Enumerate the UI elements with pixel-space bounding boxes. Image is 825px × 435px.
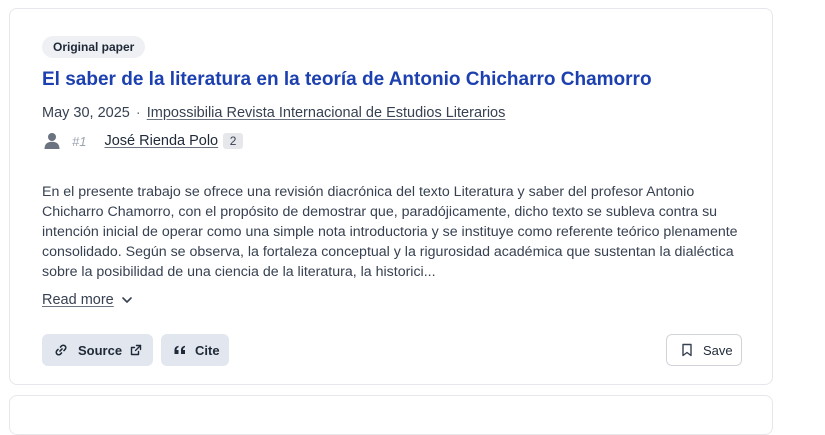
author-count-badge: 2: [223, 133, 244, 149]
author-link[interactable]: José Rienda Polo: [104, 133, 218, 149]
article-card: Original paper El saber de la literatura…: [9, 8, 773, 385]
external-link-icon: [130, 344, 142, 356]
save-button-label: Save: [703, 342, 733, 358]
cite-button-label: Cite: [195, 342, 220, 358]
article-meta: May 30, 2025 · Impossibilia Revista Intern…: [42, 103, 505, 123]
read-more-toggle[interactable]: Read more: [42, 290, 134, 310]
read-more-label: Read more: [42, 292, 114, 308]
article-title[interactable]: El saber de la literatura en la teoría d…: [42, 67, 762, 93]
link-icon: [55, 344, 67, 356]
publication-date: May 30, 2025: [42, 105, 130, 121]
bookmark-icon: [682, 343, 692, 357]
person-icon: [44, 133, 60, 149]
quote-icon: [174, 345, 185, 354]
save-button[interactable]: Save: [666, 334, 742, 366]
next-article-card: [9, 395, 773, 435]
chevron-down-icon: [121, 297, 132, 303]
article-abstract: En el presente trabajo se ofrece una rev…: [42, 184, 738, 280]
meta-separator: ·: [135, 105, 141, 121]
author-row: #1 José Rienda Polo 2: [42, 130, 244, 152]
source-button[interactable]: Source: [42, 334, 153, 366]
source-button-label: Source: [78, 342, 123, 358]
journal-link[interactable]: Impossibilia Revista Internacional de Es…: [147, 105, 506, 121]
cite-button[interactable]: Cite: [161, 334, 229, 366]
article-type-badge: Original paper: [42, 36, 146, 58]
author-rank: #1: [72, 133, 87, 149]
